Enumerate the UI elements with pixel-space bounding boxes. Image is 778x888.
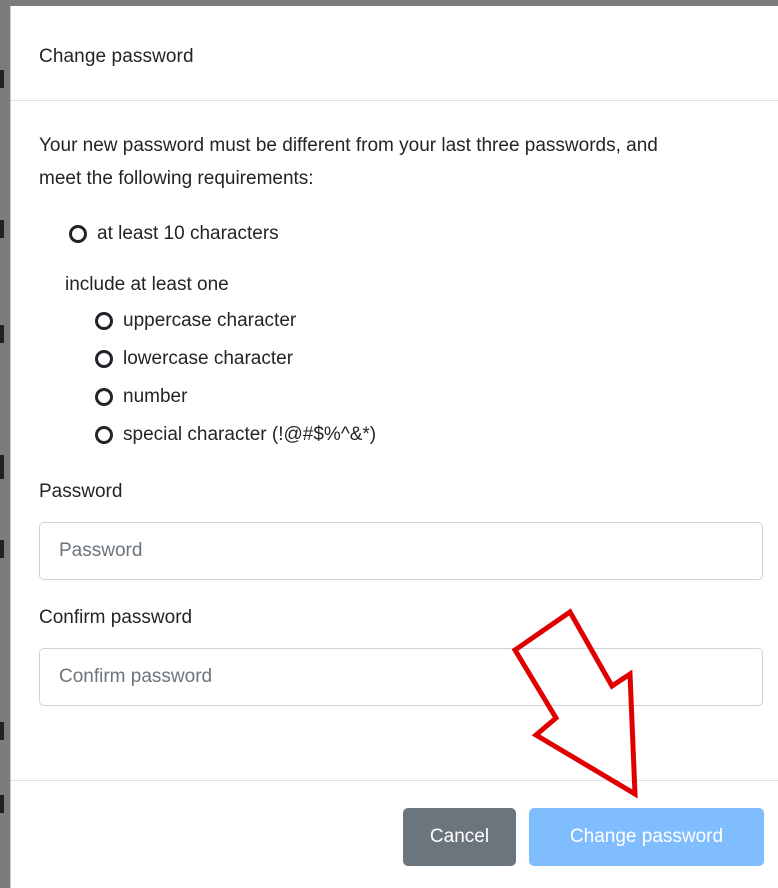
modal-title: Change password <box>39 46 194 67</box>
circle-outline-icon <box>95 312 113 330</box>
circle-outline-icon <box>95 350 113 368</box>
requirement-label: uppercase character <box>123 310 297 331</box>
modal-backdrop-left <box>0 0 10 888</box>
requirement-uppercase: uppercase character <box>95 302 750 340</box>
circle-outline-icon <box>95 388 113 406</box>
requirement-special: special character (!@#$%^&*) <box>95 416 750 454</box>
backdrop-fragment <box>0 540 4 558</box>
modal-footer: Cancel Change password <box>11 780 778 888</box>
include-at-least-one-label: include at least one <box>65 274 229 295</box>
modal-header: Change password <box>11 6 778 101</box>
change-password-button[interactable]: Change password <box>529 808 764 866</box>
requirement-label: special character (!@#$%^&*) <box>123 424 377 445</box>
backdrop-fragment <box>0 70 4 88</box>
requirement-label: number <box>123 386 188 407</box>
requirement-label: lowercase character <box>123 348 294 369</box>
requirement-number: number <box>95 378 750 416</box>
circle-outline-icon <box>95 426 113 444</box>
confirm-password-label: Confirm password <box>39 607 193 628</box>
password-form-group: Password <box>39 478 763 580</box>
circle-outline-icon <box>69 224 87 243</box>
modal-body: Your new password must be different from… <box>11 101 778 706</box>
requirement-label: at least 10 characters <box>97 222 279 244</box>
change-password-modal: Change password Your new password must b… <box>10 6 778 888</box>
backdrop-fragment <box>0 220 4 238</box>
backdrop-fragment <box>0 455 4 479</box>
backdrop-fragment <box>0 795 4 813</box>
backdrop-fragment <box>0 325 4 343</box>
cancel-button[interactable]: Cancel <box>403 808 516 866</box>
requirements-list: at least 10 characters <box>69 215 750 252</box>
screenshot-page: Change password Your new password must b… <box>0 0 778 888</box>
character-requirements-list: uppercase character lowercase character … <box>95 302 750 454</box>
password-intro-text: Your new password must be different from… <box>39 135 658 189</box>
confirm-password-input[interactable] <box>39 648 763 706</box>
password-input[interactable] <box>39 522 763 580</box>
confirm-password-form-group: Confirm password <box>39 604 763 706</box>
backdrop-fragment <box>0 722 4 740</box>
password-label: Password <box>39 481 123 502</box>
requirement-length: at least 10 characters <box>69 215 750 252</box>
requirement-lowercase: lowercase character <box>95 340 750 378</box>
